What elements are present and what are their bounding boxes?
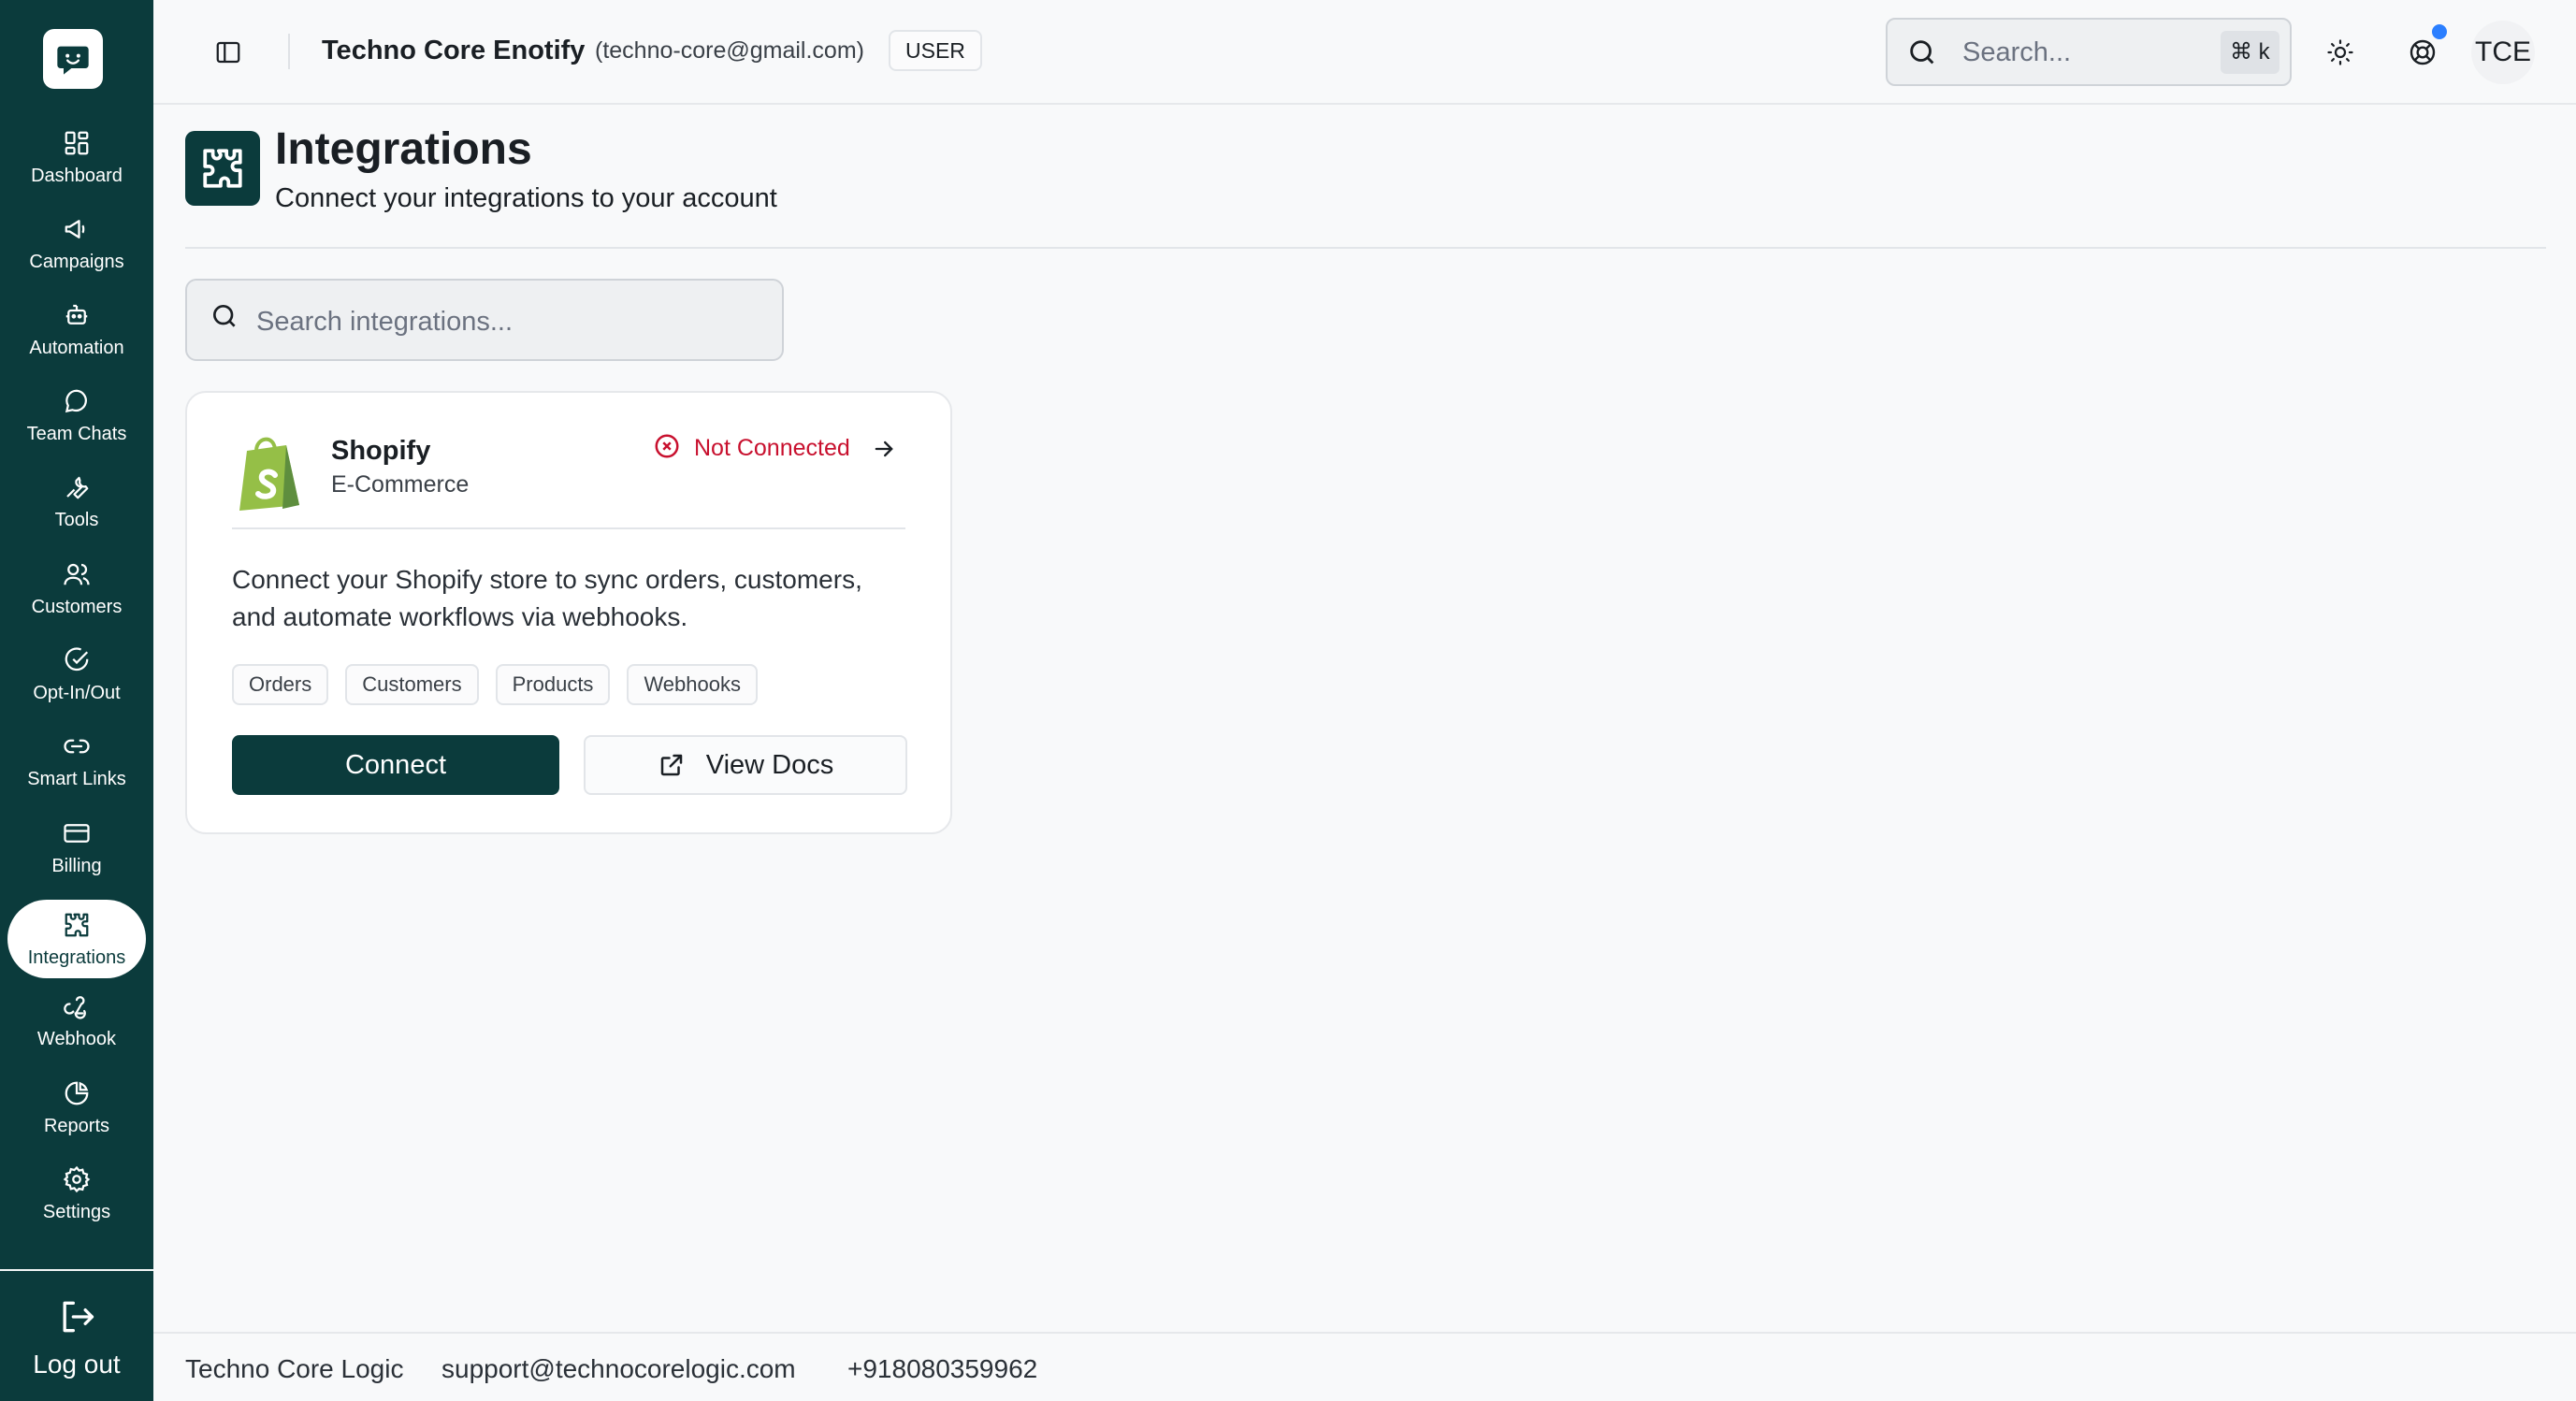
status-badge: Not Connected — [694, 435, 850, 461]
sidebar-item-label: Campaigns — [29, 252, 124, 272]
view-docs-label: View Docs — [705, 749, 834, 780]
app-name: Techno Core Enotify — [322, 36, 586, 65]
footer-email-link[interactable]: support@technocorelogic.com — [441, 1354, 796, 1384]
card-divider — [232, 527, 905, 529]
sidebar: Dashboard Campaigns Automation Team Chat… — [0, 0, 153, 1401]
integration-description: Connect your Shopify store to sync order… — [232, 565, 862, 631]
footer-company: Techno Core Logic — [185, 1354, 404, 1383]
sidebar-item-customers[interactable]: Customers — [7, 549, 146, 628]
page-subtitle: Connect your integrations to your accoun… — [275, 183, 777, 213]
page-divider — [185, 247, 2546, 249]
search-icon — [210, 301, 239, 336]
connect-button-label: Connect — [344, 749, 446, 780]
credit-card-icon — [61, 817, 93, 849]
pie-chart-icon — [61, 1077, 93, 1109]
sidebar-item-label: Billing — [51, 856, 102, 876]
header-separator — [288, 34, 290, 69]
gear-icon — [61, 1163, 93, 1195]
integration-category: E-Commerce — [331, 471, 470, 498]
logout-icon — [56, 1296, 97, 1342]
shopify-logo-icon — [234, 432, 305, 511]
account-email: (techno-core@gmail.com) — [595, 37, 864, 64]
logout-label: Log out — [33, 1349, 121, 1379]
sidebar-item-webhook[interactable]: Webhook — [7, 981, 146, 1060]
sidebar-item-automation[interactable]: Automation — [7, 290, 146, 368]
megaphone-icon — [61, 213, 93, 245]
panel-left-icon — [216, 41, 240, 64]
sidebar-item-label: Customers — [31, 597, 123, 617]
tag-orders: Orders — [232, 664, 329, 705]
users-icon — [61, 558, 93, 590]
theme-toggle-button[interactable] — [2322, 34, 2359, 71]
sidebar-item-label: Reports — [43, 1116, 110, 1136]
footer-phone[interactable]: +918080359962 — [847, 1354, 1037, 1384]
global-search-input[interactable] — [1962, 33, 2206, 72]
arrow-right-icon — [871, 436, 897, 462]
sidebar-item-label: Integrations — [27, 947, 126, 968]
sidebar-item-reports[interactable]: Reports — [7, 1068, 146, 1147]
integration-card-shopify: Shopify E-Commerce Not Connected Connect… — [185, 391, 952, 834]
sidebar-item-label: Webhook — [36, 1029, 117, 1049]
global-search[interactable]: ⌘ k — [1886, 18, 2292, 86]
sidebar-item-tools[interactable]: Tools — [7, 462, 146, 541]
sun-icon — [2327, 39, 2353, 65]
help-button[interactable] — [2404, 34, 2441, 71]
sidebar-item-label: Tools — [54, 510, 99, 530]
sidebar-divider — [0, 1269, 153, 1271]
feature-tags: Orders Customers Products Webhooks — [232, 664, 758, 705]
check-circle-icon — [61, 644, 93, 676]
page-title: Integrations — [275, 124, 532, 174]
external-link-icon — [658, 751, 686, 779]
search-icon — [1906, 36, 1938, 73]
sidebar-item-label: Dashboard — [31, 166, 123, 186]
connection-status-link[interactable]: Not Connected — [653, 432, 897, 465]
sidebar-item-billing[interactable]: Billing — [7, 808, 146, 887]
sidebar-item-label: Smart Links — [27, 769, 126, 789]
sidebar-item-dashboard[interactable]: Dashboard — [7, 118, 146, 196]
tag-webhooks: Webhooks — [627, 664, 758, 705]
shortcut-hint: ⌘ k — [2221, 31, 2279, 74]
sidebar-item-label: Automation — [29, 338, 124, 358]
chat-logo-icon — [57, 46, 89, 75]
wrench-icon — [61, 471, 93, 503]
sidebar-item-smart-links[interactable]: Smart Links — [7, 721, 146, 800]
integrations-search-input[interactable] — [256, 301, 761, 342]
sidebar-item-settings[interactable]: Settings — [7, 1154, 146, 1233]
x-circle-icon — [653, 432, 681, 465]
webhook-icon — [61, 990, 93, 1022]
logout-button[interactable]: Log out — [0, 1291, 153, 1384]
lifebuoy-icon — [2410, 39, 2436, 65]
tag-customers: Customers — [345, 664, 479, 705]
role-badge: USER — [889, 30, 982, 71]
link-icon — [61, 730, 93, 762]
sidebar-item-label: Team Chats — [26, 424, 127, 444]
sidebar-item-label: Settings — [42, 1202, 111, 1222]
sidebar-item-team-chats[interactable]: Team Chats — [7, 376, 146, 455]
sidebar-item-campaigns[interactable]: Campaigns — [7, 204, 146, 282]
sidebar-item-label: Opt-In/Out — [33, 683, 121, 703]
integrations-search[interactable] — [185, 279, 784, 361]
puzzle-icon — [203, 149, 242, 188]
avatar[interactable]: TCE — [2471, 21, 2535, 84]
connect-button[interactable]: Connect — [232, 735, 559, 795]
grid-icon — [61, 127, 93, 159]
view-docs-button[interactable]: View Docs — [584, 735, 907, 795]
sidebar-item-opt-in-out[interactable]: Opt-In/Out — [7, 635, 146, 714]
tag-products: Products — [495, 664, 611, 705]
sidebar-toggle-button[interactable] — [210, 34, 247, 71]
sidebar-item-integrations[interactable]: Integrations — [7, 900, 146, 978]
integration-name: Shopify — [331, 436, 431, 466]
chat-icon — [61, 385, 93, 417]
notification-dot — [2432, 24, 2447, 39]
app-logo[interactable] — [43, 29, 103, 89]
footer: Techno Core Logic support@technocorelogi… — [153, 1332, 2576, 1401]
top-header: Techno Core Enotify (techno-core@gmail.c… — [153, 0, 2576, 105]
puzzle-icon — [61, 909, 93, 941]
integrations-page-icon — [185, 131, 260, 206]
bot-icon — [61, 299, 93, 331]
